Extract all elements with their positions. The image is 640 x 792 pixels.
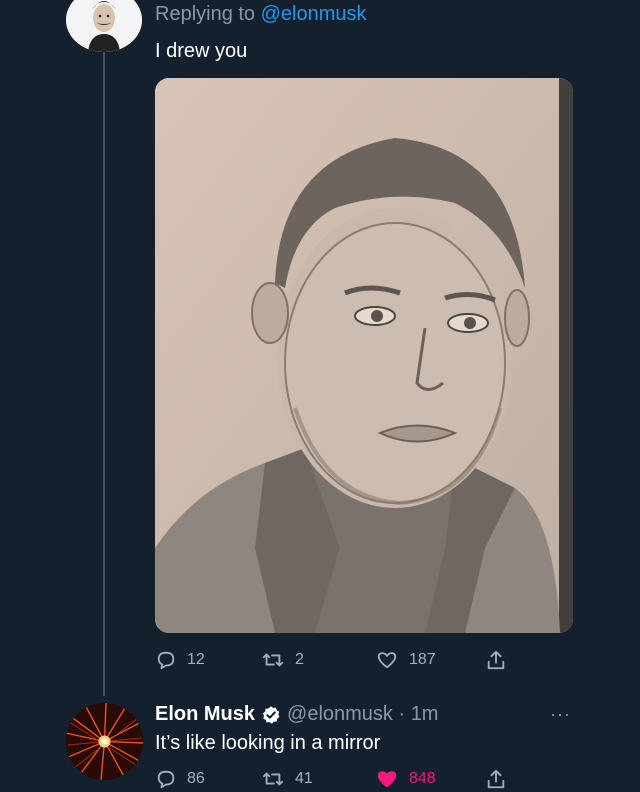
retweet-count: 41 (295, 770, 313, 787)
tweet-header: Elon Musk @elonmusk · 1m (155, 703, 438, 726)
share-icon (487, 769, 505, 789)
reply-button[interactable]: 86 (155, 767, 205, 791)
replying-handle-link[interactable]: @elonmusk (261, 3, 367, 25)
tweet-actions: 12 2 187 (155, 648, 515, 672)
reply-icon (157, 770, 175, 789)
like-button[interactable]: 187 (375, 648, 436, 672)
tweet-text: It’s like looking in a mirror (155, 732, 381, 754)
share-button[interactable] (485, 767, 507, 791)
reply-button[interactable]: 12 (155, 648, 205, 672)
elon-musk-avatar[interactable] (66, 703, 143, 780)
reply-count: 12 (187, 651, 205, 668)
tweet-image-drawing[interactable] (155, 78, 573, 633)
heart-icon (377, 771, 397, 788)
retweet-icon (262, 653, 284, 667)
like-button[interactable]: 848 (375, 767, 436, 791)
retweet-icon (262, 772, 284, 786)
replying-prefix: Replying to (155, 3, 256, 25)
reply-count: 86 (187, 770, 205, 787)
heart-icon (377, 652, 397, 669)
share-button[interactable] (485, 648, 507, 672)
reply-icon (157, 651, 175, 670)
tweet-actions: 86 41 848 (155, 767, 515, 791)
more-icon: ··· (550, 704, 571, 724)
more-options-button[interactable]: ··· (550, 704, 571, 725)
retweet-button[interactable]: 2 (261, 648, 304, 672)
like-count: 848 (409, 770, 436, 787)
handle-and-time[interactable]: @elonmusk · 1m (287, 703, 438, 726)
retweet-button[interactable]: 41 (261, 767, 313, 791)
retweet-count: 2 (295, 651, 304, 668)
like-count: 187 (409, 651, 436, 668)
tweet-text: I drew you (155, 40, 248, 62)
twitter-thread: Replying to @elonmusk I drew you 12 2 18… (0, 0, 640, 792)
share-icon (487, 650, 505, 670)
user-avatar[interactable] (66, 0, 142, 52)
display-name[interactable]: Elon Musk (155, 703, 255, 726)
verified-badge-icon (263, 705, 280, 724)
thread-connector-line (103, 44, 105, 696)
replying-to: Replying to @elonmusk (155, 3, 367, 26)
